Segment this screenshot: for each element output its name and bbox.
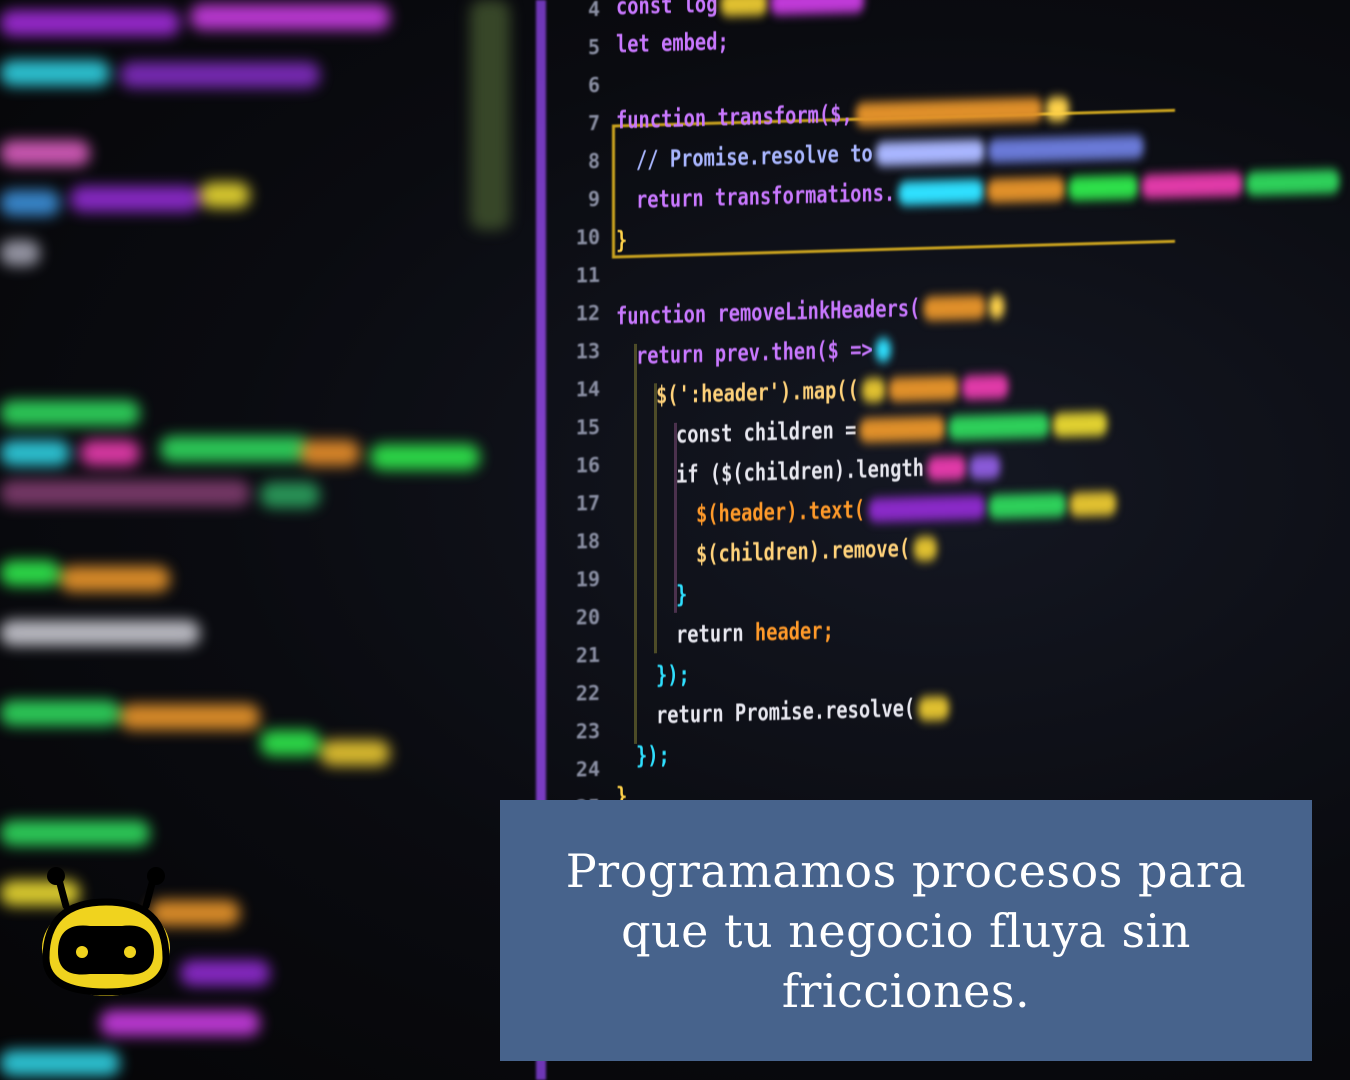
blur-bar	[100, 1010, 260, 1036]
caption-text: Programamos procesos para que tu negocio…	[565, 843, 1247, 1018]
code-line: });	[656, 660, 690, 690]
line-number: 17	[575, 490, 600, 516]
line-number: 22	[575, 680, 600, 706]
blur-bar	[0, 400, 140, 426]
line-number: 21	[575, 642, 600, 668]
line-number: 8	[587, 148, 600, 174]
blur-bar	[0, 1050, 120, 1076]
code-line: const children =	[676, 409, 1108, 449]
line-number: 20	[575, 604, 600, 630]
robot-head-icon	[36, 866, 176, 1002]
line-number: 12	[575, 300, 600, 326]
blur-bar	[0, 440, 70, 466]
blur-bar	[300, 440, 360, 466]
code-line: return prev.then($ =>	[636, 335, 892, 370]
line-number: 5	[587, 34, 600, 60]
background-photo: 45678910111213141516171819202122232425 c…	[0, 0, 1350, 1080]
code-line: }	[676, 580, 688, 609]
blur-bar	[0, 560, 60, 586]
caption-box: Programamos procesos para que tu negocio…	[500, 800, 1312, 1061]
code-line: $(children).remove(	[696, 533, 937, 568]
code-line: function removeLinkHeaders(	[616, 292, 1005, 330]
blur-bar	[200, 182, 250, 208]
line-number: 15	[575, 414, 600, 440]
blur-bar	[0, 480, 250, 506]
line-number: 7	[587, 110, 600, 136]
code-line: if ($(children).length	[676, 452, 1001, 489]
blur-bar	[160, 436, 310, 462]
line-number: 23	[575, 718, 600, 744]
blur-bar	[0, 700, 120, 726]
indent-guide	[654, 383, 657, 654]
line-number: 19	[575, 566, 600, 592]
code-line: const log	[616, 0, 865, 20]
indent-guide	[634, 343, 637, 744]
blur-bar	[80, 440, 140, 466]
blur-bar	[370, 444, 480, 470]
blur-bar	[0, 60, 110, 86]
blur-bar	[0, 620, 200, 646]
blur-bar	[320, 740, 390, 766]
line-number: 16	[575, 452, 600, 478]
code-line: });	[636, 740, 670, 770]
line-number: 4	[587, 0, 600, 22]
blur-bar	[120, 704, 260, 730]
line-number: 11	[575, 262, 600, 288]
blur-bar	[0, 240, 40, 266]
blur-bar	[190, 4, 390, 30]
line-number: 10	[575, 224, 600, 250]
line-number: 9	[587, 186, 600, 212]
blur-bar	[0, 190, 60, 216]
code-line: return Promise.resolve(	[656, 693, 950, 729]
code-line: return header;	[676, 616, 834, 649]
code-line: $(header).text(	[696, 488, 1117, 528]
line-number: 13	[575, 338, 600, 364]
line-number: 18	[575, 528, 600, 554]
blur-bar	[70, 186, 200, 212]
blur-bar	[260, 730, 320, 756]
blur-bar	[120, 62, 320, 88]
blur-bar	[60, 566, 170, 592]
blur-bar	[180, 960, 270, 986]
blur-bar	[0, 10, 180, 36]
code-line: let embed;	[616, 27, 729, 59]
code-line: $(':header').map((	[656, 371, 1009, 409]
line-number: 24	[575, 756, 600, 782]
blur-bar	[470, 0, 510, 230]
blur-bar	[260, 482, 320, 508]
code-line: }	[616, 226, 628, 255]
blur-bar	[0, 820, 150, 846]
line-number: 6	[587, 72, 600, 98]
line-number: 14	[575, 376, 600, 402]
blur-bar	[0, 140, 90, 166]
